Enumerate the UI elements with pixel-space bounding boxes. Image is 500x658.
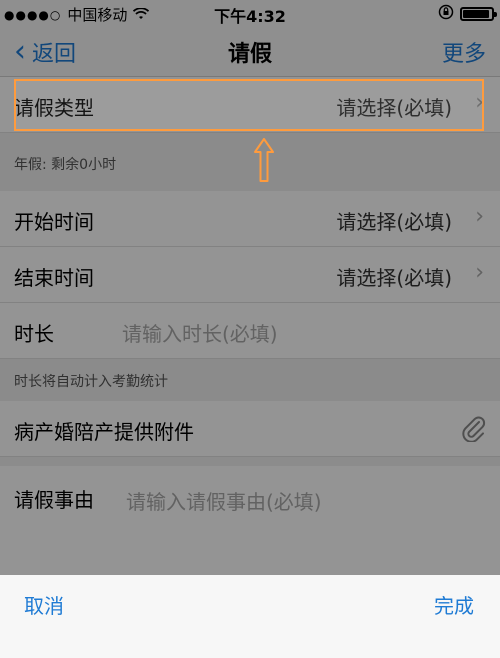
done-button[interactable]: 完成 [434, 590, 474, 619]
leave-type-highlight [14, 79, 484, 131]
up-arrow-icon [254, 138, 274, 182]
cancel-button[interactable]: 取消 [24, 590, 64, 619]
picker-sheet: 取消 完成 [0, 575, 500, 658]
